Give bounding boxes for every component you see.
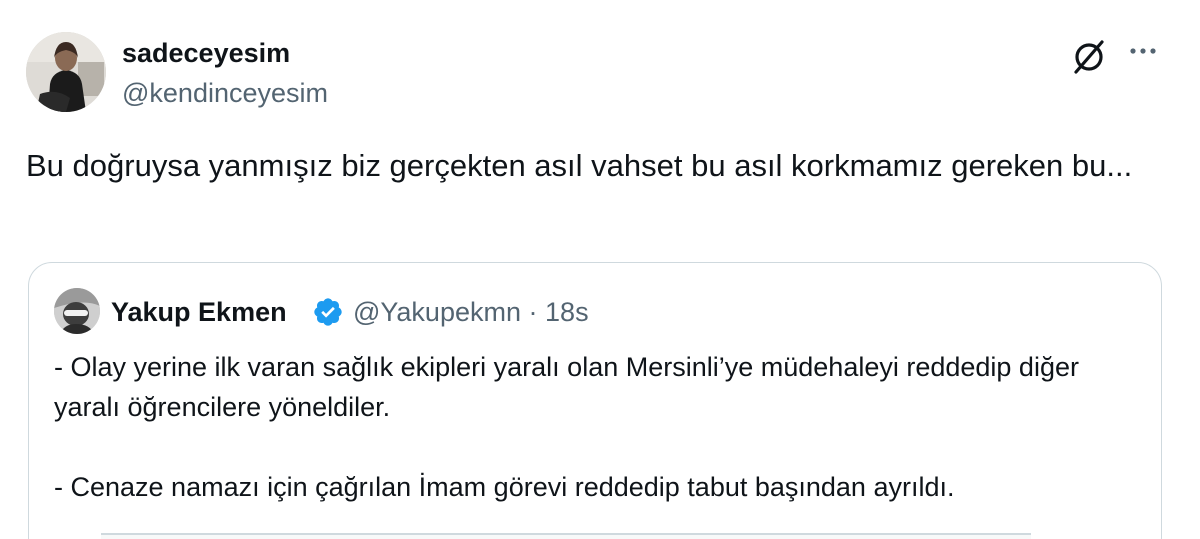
quoted-avatar-photo [54,288,100,334]
author-display-name[interactable]: sadeceyesim [122,36,290,70]
tweet-text: Bu doğruysa yanmışız biz gerçekten asıl … [26,148,1133,183]
quoted-meta: @Yakupekmn · 18s [353,295,589,329]
quoted-author-avatar[interactable] [54,288,100,334]
quoted-paragraph: - Cenaze namazı için çağrılan İmam görev… [54,472,955,502]
verified-badge-icon [312,296,344,328]
tweet-container: sadeceyesim @kendinceyesim Bu doğruysa y… [0,0,1200,539]
author-handle[interactable]: @kendinceyesim [122,76,328,110]
avatar-photo [26,32,106,112]
quoted-media-preview[interactable] [101,533,1031,539]
slashed-circle-icon[interactable] [1069,36,1109,76]
meta-separator: · [528,297,538,327]
quoted-author-handle[interactable]: @Yakupekmn [353,297,521,327]
ellipsis-icon[interactable] [1124,36,1164,66]
quoted-tweet-card[interactable]: Yakup Ekmen @Yakupekmn · 18s - Olay yeri… [28,262,1162,539]
quoted-author-display-name[interactable]: Yakup Ekmen [111,295,287,329]
author-avatar[interactable] [26,32,106,112]
quoted-tweet-text: - Olay yerine ilk varan sağlık ekipleri … [54,347,1144,507]
quoted-timestamp[interactable]: 18s [545,297,589,327]
quoted-paragraph: - Olay yerine ilk varan sağlık ekipleri … [54,352,1079,422]
